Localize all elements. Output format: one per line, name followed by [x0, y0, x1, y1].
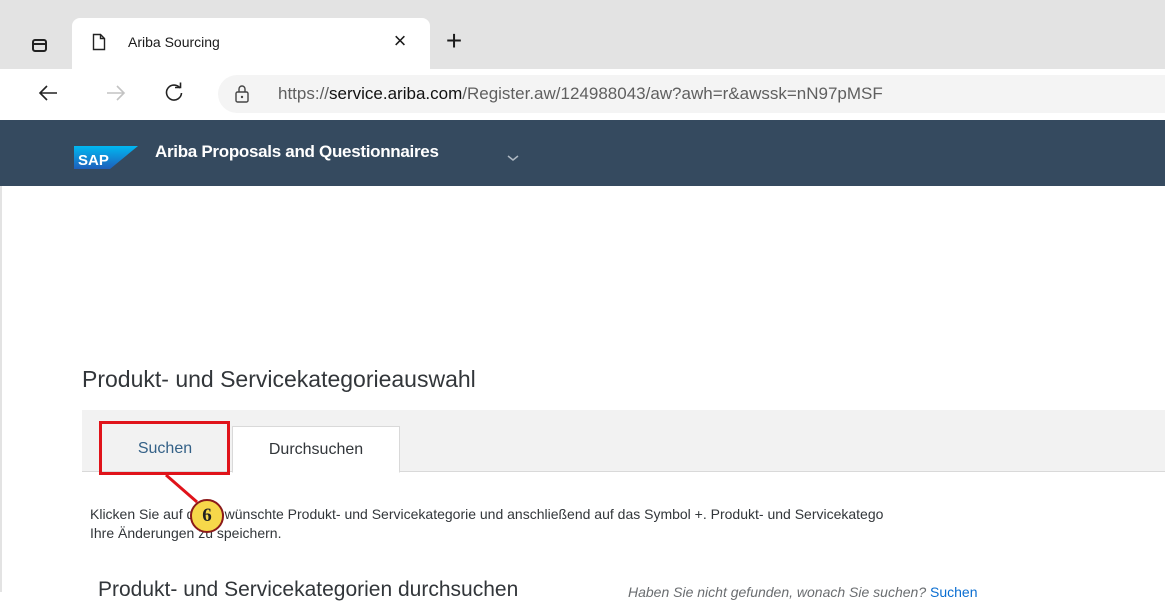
- browser-toolbar: https://service.ariba.com/Register.aw/12…: [0, 69, 1165, 119]
- address-bar[interactable]: https://service.ariba.com/Register.aw/12…: [218, 75, 1165, 113]
- app-title[interactable]: Ariba Proposals and Questionnaires: [155, 142, 439, 162]
- step-number-badge: 6: [190, 499, 224, 533]
- reload-icon[interactable]: [158, 77, 190, 109]
- url-host: service.ariba.com: [329, 84, 463, 103]
- window-left-edge: [0, 186, 2, 592]
- url-text[interactable]: https://service.ariba.com/Register.aw/12…: [278, 84, 883, 104]
- section-hint: Haben Sie nicht gefunden, wonach Sie suc…: [628, 584, 977, 600]
- close-tab-icon[interactable]: ×: [387, 28, 413, 54]
- chevron-down-icon[interactable]: [507, 154, 519, 162]
- instructions-text: Klicken Sie auf die gewünschte Produkt- …: [90, 505, 1160, 543]
- new-tab-button[interactable]: +: [440, 27, 468, 56]
- browser-tab[interactable]: Ariba Sourcing ×: [72, 18, 430, 76]
- app-header: SAP Ariba Proposals and Questionnaires: [0, 120, 1165, 186]
- category-tabbar: Suchen Durchsuchen: [82, 410, 1165, 473]
- sap-logo: SAP: [74, 146, 138, 169]
- instructions-line-1: Klicken Sie auf die gewünschte Produkt- …: [90, 506, 884, 522]
- tab-title: Ariba Sourcing: [128, 34, 220, 50]
- sap-logo-text: SAP: [78, 152, 109, 169]
- tab-actions-icon[interactable]: [22, 30, 56, 60]
- url-path: /Register.aw/124988043/aw?awh=r&awssk=nN…: [462, 84, 883, 103]
- page-icon: [92, 33, 106, 51]
- section-hint-text: Haben Sie nicht gefunden, wonach Sie suc…: [628, 584, 927, 600]
- page-title: Produkt- und Servicekategorieauswahl: [82, 366, 476, 392]
- back-arrow-icon[interactable]: [32, 77, 64, 109]
- tutorial-highlight-box: [99, 421, 230, 475]
- instructions-line-2: Ihre Änderungen zu speichern.: [90, 525, 282, 541]
- section-heading: Produkt- und Servicekategorien durchsuch…: [98, 578, 519, 601]
- forward-arrow-icon[interactable]: [100, 77, 132, 109]
- tab-browse[interactable]: Durchsuchen: [232, 426, 400, 473]
- search-link[interactable]: Suchen: [930, 584, 977, 600]
- browser-tabstrip: Ariba Sourcing × +: [0, 0, 1165, 76]
- lock-icon[interactable]: [234, 84, 250, 104]
- url-prefix: https://: [278, 84, 330, 103]
